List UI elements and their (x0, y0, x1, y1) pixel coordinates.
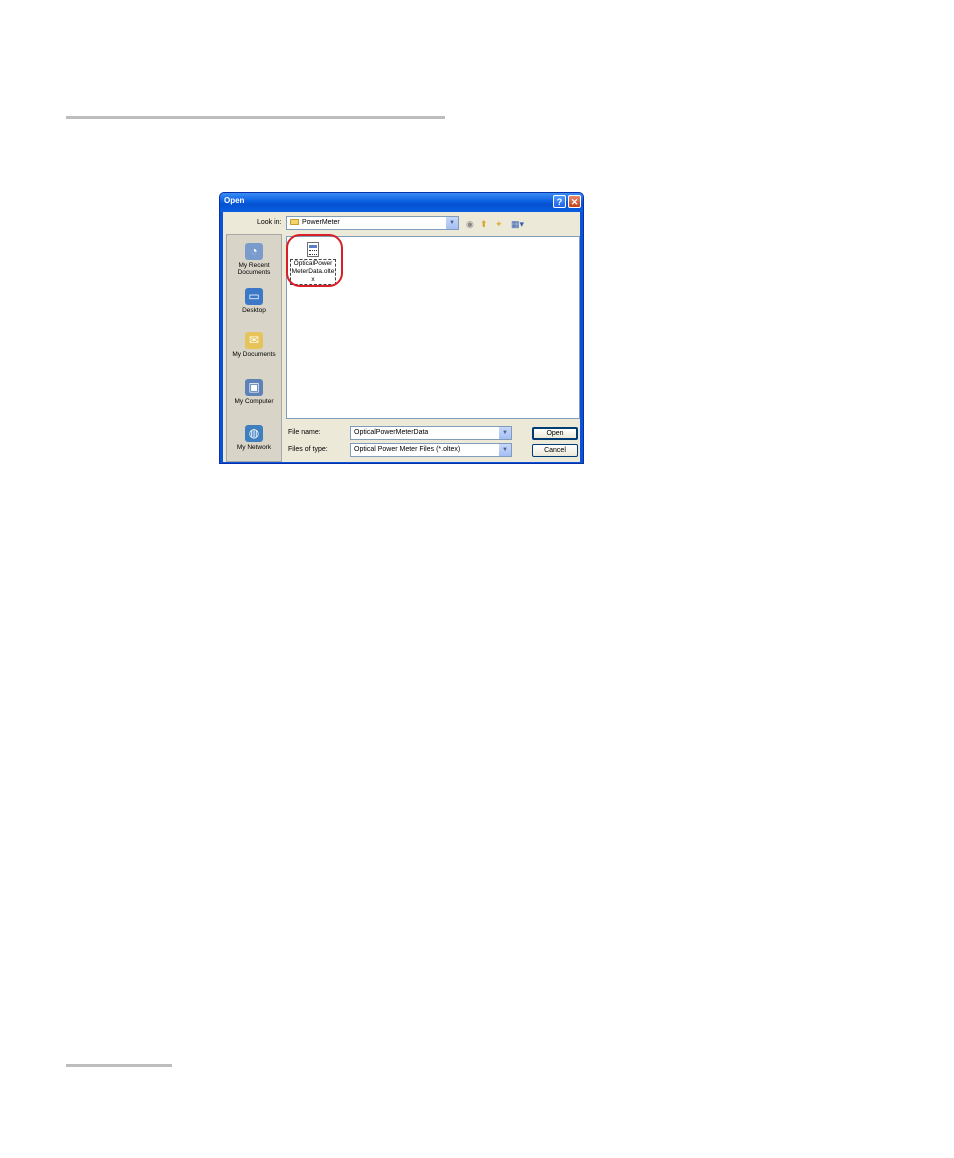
file-type-value: Optical Power Meter Files (*.oltex) (354, 446, 461, 453)
new-folder-icon[interactable]: ✦ (495, 219, 503, 229)
places-bar: ◔ My Recent Documents ▭ Desktop ✉ My Doc… (226, 234, 282, 462)
my-documents-icon: ✉ (245, 332, 263, 349)
dialog-title: Open (224, 196, 245, 205)
file-name-label: File name: (288, 429, 321, 436)
open-button[interactable]: Open (532, 427, 578, 440)
highlight-ring (286, 234, 343, 287)
places-item-recent[interactable]: ◔ My Recent Documents (227, 243, 281, 276)
chevron-down-icon[interactable]: ▼ (498, 444, 511, 456)
chevron-down-icon[interactable]: ▼ (445, 217, 458, 229)
look-in-dropdown[interactable]: PowerMeter ▼ (286, 216, 459, 230)
places-label-recent: My Recent Documents (237, 262, 271, 276)
chevron-down-icon[interactable]: ▼ (498, 427, 511, 439)
recent-documents-icon: ◔ (245, 243, 263, 260)
footer-rule (66, 1064, 172, 1067)
look-in-value: PowerMeter (302, 219, 340, 226)
dialog-body: Look in: PowerMeter ▼ ◉ ⬆ ✦ ▦▾ ◔ My Rece… (223, 212, 580, 462)
up-folder-icon[interactable]: ⬆ (480, 219, 488, 229)
help-button[interactable]: ? (553, 195, 566, 208)
file-type-dropdown[interactable]: Optical Power Meter Files (*.oltex) ▼ (350, 443, 512, 457)
open-file-dialog: Open ? ✕ Look in: PowerMeter ▼ ◉ ⬆ ✦ ▦▾ … (219, 192, 584, 464)
file-list[interactable]: OpticalPowerMeterData.oltex (286, 234, 580, 419)
desktop-icon: ▭ (245, 288, 263, 305)
places-label-my-documents: My Documents (232, 351, 276, 358)
file-item[interactable]: OpticalPowerMeterData.oltex (286, 234, 343, 287)
places-item-my-documents[interactable]: ✉ My Documents (227, 332, 281, 358)
look-in-label: Look in: (257, 219, 282, 226)
header-rule (66, 116, 445, 119)
file-name-input[interactable]: OpticalPowerMeterData ▼ (350, 426, 512, 440)
places-item-desktop[interactable]: ▭ Desktop (227, 288, 281, 314)
places-item-my-computer[interactable]: ▣ My Computer (227, 379, 281, 405)
cancel-button[interactable]: Cancel (532, 444, 578, 457)
places-label-my-network: My Network (236, 444, 272, 451)
places-label-my-computer: My Computer (234, 398, 274, 405)
close-button[interactable]: ✕ (568, 195, 581, 208)
dialog-title-bar[interactable]: Open ? ✕ (220, 193, 583, 212)
back-icon[interactable]: ◉ (466, 219, 474, 229)
folder-icon (290, 219, 299, 225)
my-computer-icon: ▣ (245, 379, 263, 396)
file-name-value: OpticalPowerMeterData (354, 429, 429, 436)
file-type-label: Files of type: (288, 446, 328, 453)
my-network-icon: ◍ (245, 425, 263, 442)
places-label-desktop: Desktop (242, 307, 266, 314)
view-menu-icon[interactable]: ▦▾ (511, 219, 524, 229)
places-item-my-network[interactable]: ◍ My Network (227, 425, 281, 451)
